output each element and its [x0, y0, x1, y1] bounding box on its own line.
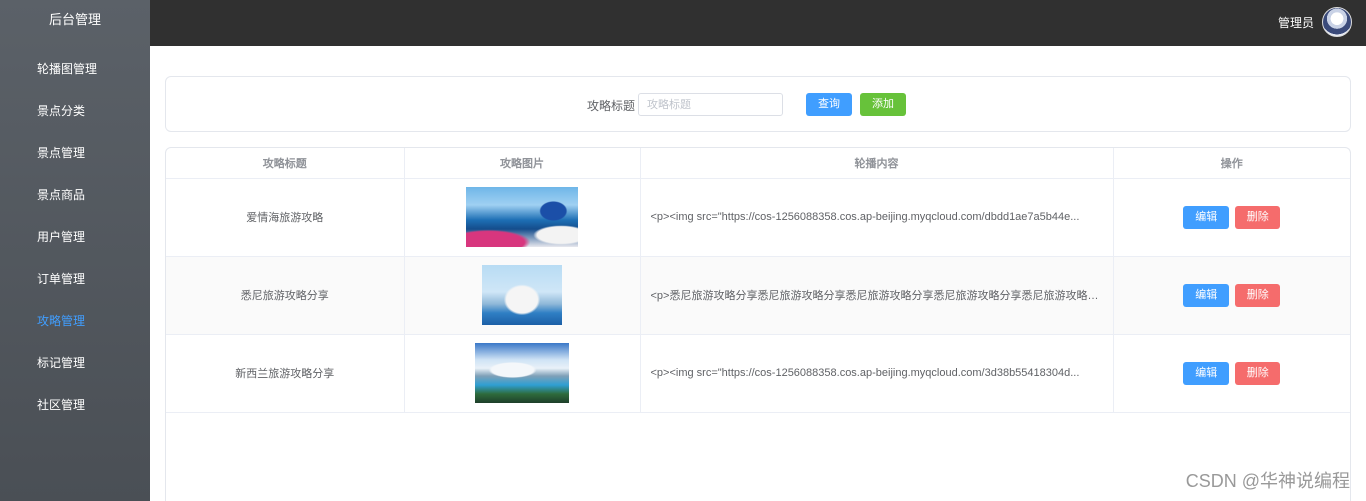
- delete-button[interactable]: 删除: [1235, 205, 1281, 229]
- edit-button[interactable]: 编辑: [1183, 205, 1230, 229]
- delete-button[interactable]: 删除: [1235, 283, 1281, 307]
- edit-button[interactable]: 编辑: [1183, 361, 1230, 385]
- cell-title: 悉尼旅游攻略分享: [166, 256, 405, 335]
- sidebar-item-carousel[interactable]: 轮播图管理: [0, 48, 150, 90]
- table-header: 攻略标题 攻略图片 轮播内容 操作: [166, 148, 1350, 179]
- cell-actions: 编辑 删除: [1113, 334, 1350, 413]
- topbar: 管理员: [150, 0, 1366, 46]
- table-row: 悉尼旅游攻略分享 <p>悉尼旅游攻略分享悉尼旅游攻略分享悉尼旅游攻略分享悉尼旅游…: [166, 256, 1350, 335]
- cell-image: [404, 334, 641, 413]
- query-button[interactable]: 查询: [806, 93, 852, 116]
- cell-title: 爱情海旅游攻略: [166, 178, 405, 257]
- column-header-title[interactable]: 攻略标题: [166, 148, 405, 179]
- sidebar-item-markers[interactable]: 标记管理: [0, 342, 150, 384]
- sidebar-item-orders[interactable]: 订单管理: [0, 258, 150, 300]
- search-panel: 攻略标题 查询 添加: [165, 76, 1351, 132]
- sidebar-item-community[interactable]: 社区管理: [0, 384, 150, 426]
- cell-actions: 编辑 删除: [1113, 178, 1350, 257]
- search-label: 攻略标题: [587, 99, 636, 113]
- sidebar: 后台管理 轮播图管理 景点分类 景点管理 景点商品 用户管理 订单管理 攻略管理…: [0, 0, 150, 501]
- cell-content: <p><img src="https://cos-1256088358.cos.…: [640, 178, 1114, 257]
- add-button[interactable]: 添加: [860, 93, 906, 116]
- avatar-icon[interactable]: [1322, 7, 1352, 37]
- table-row: 爱情海旅游攻略 <p><img src="https://cos-1256088…: [166, 178, 1350, 257]
- column-header-content[interactable]: 轮播内容: [640, 148, 1114, 179]
- table-row: 新西兰旅游攻略分享 <p><img src="https://cos-12560…: [166, 334, 1350, 413]
- user-menu[interactable]: 管理员: [1278, 7, 1352, 37]
- sidebar-menu: 轮播图管理 景点分类 景点管理 景点商品 用户管理 订单管理 攻略管理 标记管理…: [0, 48, 150, 426]
- cell-content: <p>悉尼旅游攻略分享悉尼旅游攻略分享悉尼旅游攻略分享悉尼旅游攻略分享悉尼旅游攻…: [640, 256, 1114, 335]
- column-header-actions: 操作: [1113, 148, 1350, 179]
- cell-title: 新西兰旅游攻略分享: [166, 334, 405, 413]
- column-header-image[interactable]: 攻略图片: [404, 148, 641, 179]
- new-zealand-lake-photo: [475, 343, 569, 403]
- sidebar-item-attractions[interactable]: 景点管理: [0, 132, 150, 174]
- cell-image: [404, 178, 641, 257]
- sydney-opera-house-photo: [482, 265, 562, 325]
- guide-table: 攻略标题 攻略图片 轮播内容 操作 爱情海旅游攻略 <p><img src="h…: [165, 147, 1351, 501]
- sidebar-item-users[interactable]: 用户管理: [0, 216, 150, 258]
- cell-image: [404, 256, 641, 335]
- user-name: 管理员: [1277, 15, 1314, 30]
- santorini-photo: [466, 187, 578, 247]
- cell-actions: 编辑 删除: [1113, 256, 1350, 335]
- cell-content: <p><img src="https://cos-1256088358.cos.…: [640, 334, 1114, 413]
- sidebar-item-guides[interactable]: 攻略管理: [0, 300, 150, 342]
- search-input[interactable]: [638, 93, 783, 116]
- delete-button[interactable]: 删除: [1235, 361, 1281, 385]
- sidebar-item-attraction-category[interactable]: 景点分类: [0, 90, 150, 132]
- sidebar-title: 后台管理: [48, 12, 101, 27]
- edit-button[interactable]: 编辑: [1183, 283, 1230, 307]
- sidebar-item-attraction-products[interactable]: 景点商品: [0, 174, 150, 216]
- watermark: CSDN @华神说编程: [1185, 471, 1350, 491]
